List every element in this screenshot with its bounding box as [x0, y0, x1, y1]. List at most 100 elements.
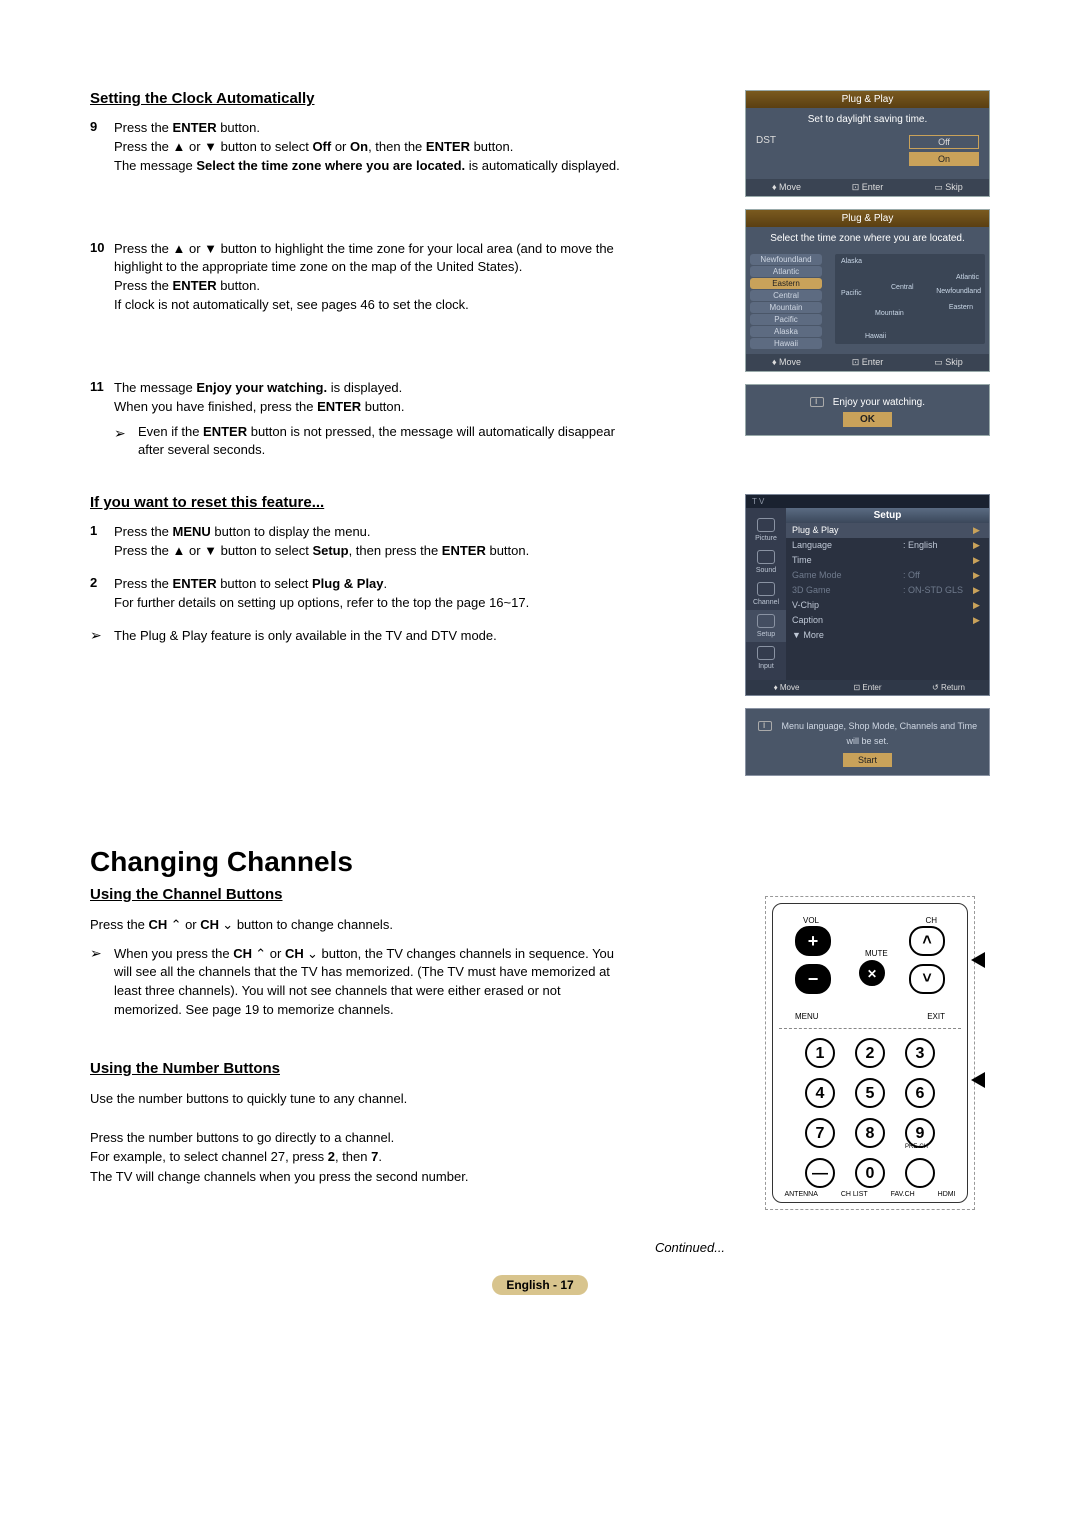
- note-arrow-icon: ➢: [90, 627, 114, 646]
- channel-text: Press the CH ⌃ or CH ⌄ button to change …: [90, 915, 630, 935]
- heading-reset: If you want to reset this feature...: [90, 494, 630, 511]
- tz-item-selected[interactable]: Eastern: [750, 278, 822, 289]
- remote-control: VOL CH MUTE MENU EXIT + − ˄ ˅ ✕ 1 2 3 4 …: [765, 896, 975, 1210]
- step-number: 1: [90, 523, 114, 561]
- osd-msg: Select the time zone where you are locat…: [746, 227, 989, 250]
- start-button[interactable]: Start: [843, 753, 892, 767]
- vol-label: VOL: [803, 916, 819, 925]
- setup-menu: T V Picture Sound Channel Setup Input Se…: [745, 494, 990, 696]
- hint-enter: ⊡ Enter: [827, 683, 908, 692]
- osd-title: Plug & Play: [746, 91, 989, 108]
- input-icon: [757, 646, 775, 660]
- ch-up-button[interactable]: ˄: [909, 926, 945, 956]
- heading-channel-buttons: Using the Channel Buttons: [90, 886, 630, 903]
- num-7-button[interactable]: 7: [805, 1118, 835, 1148]
- hint-skip: ▭ Skip: [908, 357, 989, 368]
- osd-dst-label: DST: [756, 135, 909, 169]
- side-picture[interactable]: Picture: [746, 514, 786, 546]
- tz-item[interactable]: Central: [750, 290, 822, 301]
- osd-dst: Plug & Play Set to daylight saving time.…: [745, 90, 990, 197]
- continued-label: Continued...: [390, 1240, 990, 1255]
- step-body: The message Enjoy your watching. is disp…: [114, 379, 630, 470]
- ch-label: CH: [925, 916, 937, 925]
- step-number: 10: [90, 240, 114, 315]
- step-9: 9 Press the ENTER button. Press the ▲ or…: [90, 119, 630, 176]
- tz-item[interactable]: Pacific: [750, 314, 822, 325]
- info-icon: [758, 721, 772, 731]
- num-4-button[interactable]: 4: [805, 1078, 835, 1108]
- channel-left-col: Using the Channel Buttons Press the CH ⌃…: [90, 886, 630, 1186]
- tz-item[interactable]: Newfoundland: [750, 254, 822, 265]
- hint-move: ♦ Move: [746, 357, 827, 368]
- setup-row[interactable]: 3D Game: ON-STD GLS▶: [786, 583, 989, 598]
- num-3-button[interactable]: 3: [905, 1038, 935, 1068]
- step-number: 9: [90, 119, 114, 176]
- num-0-button[interactable]: 0: [855, 1158, 885, 1188]
- note-arrow-icon: ➢: [90, 945, 114, 1020]
- right-column: Plug & Play Set to daylight saving time.…: [745, 90, 990, 786]
- osd-enjoy-msg: Enjoy your watching. OK: [746, 385, 989, 435]
- num-1-button[interactable]: 1: [805, 1038, 835, 1068]
- setup-row[interactable]: Caption▶: [786, 613, 989, 628]
- channel-note: ➢ When you press the CH ⌃ or CH ⌄ button…: [90, 945, 630, 1020]
- num-5-button[interactable]: 5: [855, 1078, 885, 1108]
- remote-bottom-labels: ANTENNA CH LIST FAV.CH HDMI: [773, 1191, 967, 1198]
- step-body: Press the ENTER button. Press the ▲ or ▼…: [114, 119, 630, 176]
- setup-row[interactable]: ▼ More: [786, 628, 989, 642]
- number-text: Use the number buttons to quickly tune t…: [90, 1089, 630, 1187]
- setup-row[interactable]: Plug & Play▶: [786, 523, 989, 538]
- heading-clock: Setting the Clock Automatically: [90, 90, 630, 107]
- tz-item[interactable]: Mountain: [750, 302, 822, 313]
- side-channel[interactable]: Channel: [746, 578, 786, 610]
- page-number-wrap: English - 17: [90, 1275, 990, 1295]
- osd-opt-off[interactable]: Off: [909, 135, 979, 149]
- prech-label: PRE-CH: [905, 1144, 928, 1150]
- tz-map: Alaska Pacific Central Atlantic Newfound…: [835, 254, 985, 344]
- hint-enter: ⊡ Enter: [827, 182, 908, 193]
- side-input[interactable]: Input: [746, 642, 786, 674]
- side-setup[interactable]: Setup: [746, 610, 786, 642]
- num-2-button[interactable]: 2: [855, 1038, 885, 1068]
- step-number: 11: [90, 379, 114, 470]
- ok-button[interactable]: OK: [843, 412, 892, 427]
- setup-row[interactable]: Game Mode: Off▶: [786, 568, 989, 583]
- step-10: 10 Press the ▲ or ▼ button to highlight …: [90, 240, 630, 315]
- left-column: Setting the Clock Automatically 9 Press …: [90, 90, 630, 656]
- mute-button[interactable]: ✕: [859, 960, 885, 986]
- remote-divider: [779, 1028, 961, 1029]
- setup-row[interactable]: Time▶: [786, 553, 989, 568]
- reset-step-2: 2 Press the ENTER button to select Plug …: [90, 575, 630, 613]
- note-arrow-icon: ➢: [114, 423, 138, 461]
- picture-icon: [757, 518, 775, 532]
- vol-up-button[interactable]: +: [795, 926, 831, 956]
- osd-opt-on[interactable]: On: [909, 152, 979, 166]
- heading-number-buttons: Using the Number Buttons: [90, 1060, 630, 1077]
- num-6-button[interactable]: 6: [905, 1078, 935, 1108]
- sound-icon: [757, 550, 775, 564]
- heading-changing-channels: Changing Channels: [90, 846, 990, 878]
- remote-col: VOL CH MUTE MENU EXIT + − ˄ ˅ ✕ 1 2 3 4 …: [745, 886, 990, 1210]
- dash-button[interactable]: —: [805, 1158, 835, 1188]
- tz-item[interactable]: Alaska: [750, 326, 822, 337]
- info-icon: [810, 397, 824, 407]
- pointer-icon: [971, 1072, 985, 1088]
- manual-page: Setting the Clock Automatically 9 Press …: [0, 0, 1080, 1335]
- ch-down-button[interactable]: ˅: [909, 964, 945, 994]
- hint-skip: ▭ Skip: [908, 182, 989, 193]
- tz-item[interactable]: Atlantic: [750, 266, 822, 277]
- pointer-icon: [971, 952, 985, 968]
- num-8-button[interactable]: 8: [855, 1118, 885, 1148]
- osd-msg: Set to daylight saving time.: [746, 108, 989, 131]
- prech-button[interactable]: [905, 1158, 935, 1188]
- exit-label: EXIT: [927, 1012, 945, 1021]
- side-sound[interactable]: Sound: [746, 546, 786, 578]
- vol-down-button[interactable]: −: [795, 964, 831, 994]
- reset-step-1: 1 Press the MENU button to display the m…: [90, 523, 630, 561]
- page-number: English - 17: [492, 1275, 587, 1295]
- tz-list: Newfoundland Atlantic Eastern Central Mo…: [750, 254, 822, 350]
- setup-row[interactable]: Language: English▶: [786, 538, 989, 553]
- step-number: 2: [90, 575, 114, 613]
- hint-enter: ⊡ Enter: [827, 357, 908, 368]
- setup-row[interactable]: V-Chip▶: [786, 598, 989, 613]
- tz-item[interactable]: Hawaii: [750, 338, 822, 349]
